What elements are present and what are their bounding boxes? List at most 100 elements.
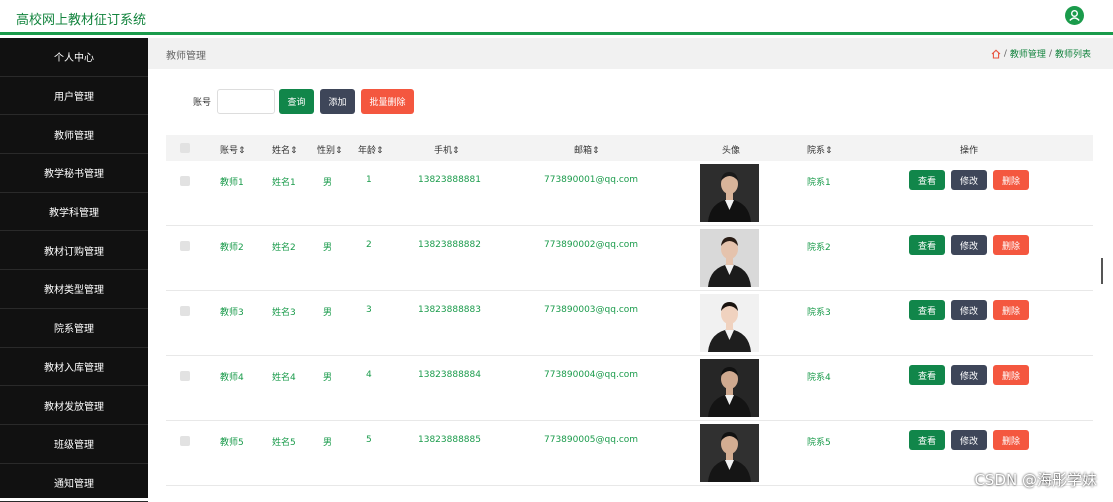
breadcrumb: / 教师管理 / 教师列表 bbox=[991, 47, 1091, 60]
account-search-input[interactable] bbox=[217, 89, 275, 114]
avatar bbox=[700, 424, 759, 482]
sidebar-item[interactable]: 通知管理 bbox=[0, 464, 148, 502]
header-email[interactable]: 邮箱⇕ bbox=[574, 143, 600, 156]
sort-icon: ⇕ bbox=[290, 146, 298, 156]
header-gender[interactable]: 性别⇕ bbox=[317, 143, 343, 156]
cell-gender: 男 bbox=[323, 240, 332, 253]
row-actions: 查看修改删除 bbox=[909, 300, 1029, 320]
cell-age: 1 bbox=[366, 175, 372, 185]
cell-gender: 男 bbox=[323, 370, 332, 383]
header-age[interactable]: 年龄⇕ bbox=[358, 143, 384, 156]
sidebar-item[interactable]: 教学科管理 bbox=[0, 193, 148, 232]
row-checkbox[interactable] bbox=[180, 436, 190, 446]
breadcrumb-separator: / bbox=[1049, 49, 1052, 59]
sidebar: 个人中心用户管理教师管理教学秘书管理教学科管理教材订购管理教材类型管理院系管理教… bbox=[0, 38, 148, 498]
row-actions: 查看修改删除 bbox=[909, 365, 1029, 385]
avatar bbox=[700, 164, 759, 222]
table-row: 教师4姓名4男413823888884773890004@qq.com院系4查看… bbox=[166, 356, 1093, 421]
header-department[interactable]: 院系⇕ bbox=[807, 143, 833, 156]
edit-button[interactable]: 修改 bbox=[951, 235, 987, 255]
batch-delete-button[interactable]: 批量删除 bbox=[361, 89, 414, 114]
edit-button[interactable]: 修改 bbox=[951, 430, 987, 450]
cell-phone: 13823888884 bbox=[418, 370, 481, 380]
view-button[interactable]: 查看 bbox=[909, 430, 945, 450]
table-header: 账号⇕ 姓名⇕ 性别⇕ 年龄⇕ 手机⇕ 邮箱⇕ 头像 院系⇕ 操作 bbox=[166, 135, 1093, 161]
sort-icon: ⇕ bbox=[825, 146, 833, 156]
cell-gender: 男 bbox=[323, 305, 332, 318]
sidebar-item[interactable]: 教师管理 bbox=[0, 115, 148, 154]
sidebar-item[interactable]: 教学秘书管理 bbox=[0, 154, 148, 193]
edit-button[interactable]: 修改 bbox=[951, 300, 987, 320]
table-row: 教师3姓名3男313823888883773890003@qq.com院系3查看… bbox=[166, 291, 1093, 356]
row-checkbox[interactable] bbox=[180, 241, 190, 251]
select-all-checkbox[interactable] bbox=[180, 143, 190, 153]
table-body: 教师1姓名1男113823888881773890001@qq.com院系1查看… bbox=[166, 161, 1093, 486]
breadcrumb-level1[interactable]: 教师管理 bbox=[1010, 47, 1046, 60]
cell-phone: 13823888882 bbox=[418, 240, 481, 250]
cell-gender: 男 bbox=[323, 435, 332, 448]
cell-age: 5 bbox=[366, 435, 372, 445]
cell-account: 教师2 bbox=[220, 240, 244, 253]
sidebar-item[interactable]: 个人中心 bbox=[0, 38, 148, 77]
avatar bbox=[700, 294, 759, 352]
delete-button[interactable]: 删除 bbox=[993, 235, 1029, 255]
cell-department: 院系5 bbox=[807, 435, 831, 448]
sidebar-item[interactable]: 教材类型管理 bbox=[0, 270, 148, 309]
user-circle-icon[interactable] bbox=[1065, 6, 1084, 25]
cell-email: 773890003@qq.com bbox=[544, 305, 638, 315]
avatar bbox=[700, 229, 759, 287]
breadcrumb-level2: 教师列表 bbox=[1055, 47, 1091, 60]
row-checkbox[interactable] bbox=[180, 176, 190, 186]
account-search-label: 账号 bbox=[193, 95, 211, 108]
cell-account: 教师5 bbox=[220, 435, 244, 448]
sidebar-item[interactable]: 用户管理 bbox=[0, 77, 148, 116]
sidebar-item[interactable]: 教材订购管理 bbox=[0, 231, 148, 270]
sort-icon: ⇕ bbox=[592, 146, 600, 156]
header-phone[interactable]: 手机⇕ bbox=[434, 143, 460, 156]
query-button[interactable]: 查询 bbox=[279, 89, 314, 114]
delete-button[interactable]: 删除 bbox=[993, 170, 1029, 190]
header-account[interactable]: 账号⇕ bbox=[220, 143, 246, 156]
cell-name: 姓名2 bbox=[272, 240, 296, 253]
watermark: CSDN @海彤学妹 bbox=[974, 469, 1097, 490]
header-name[interactable]: 姓名⇕ bbox=[272, 143, 298, 156]
sort-icon: ⇕ bbox=[452, 146, 460, 156]
delete-button[interactable]: 删除 bbox=[993, 430, 1029, 450]
row-checkbox[interactable] bbox=[180, 371, 190, 381]
view-button[interactable]: 查看 bbox=[909, 365, 945, 385]
cell-department: 院系3 bbox=[807, 305, 831, 318]
header-actions: 操作 bbox=[960, 143, 978, 156]
sidebar-item[interactable]: 院系管理 bbox=[0, 309, 148, 348]
breadcrumb-separator: / bbox=[1004, 49, 1007, 59]
sidebar-item[interactable]: 教材发放管理 bbox=[0, 386, 148, 425]
table-row: 教师1姓名1男113823888881773890001@qq.com院系1查看… bbox=[166, 161, 1093, 226]
cell-department: 院系2 bbox=[807, 240, 831, 253]
scrollbar-thumb[interactable] bbox=[1101, 258, 1103, 284]
sort-icon: ⇕ bbox=[335, 146, 343, 156]
add-button[interactable]: 添加 bbox=[320, 89, 355, 114]
view-button[interactable]: 查看 bbox=[909, 235, 945, 255]
row-checkbox[interactable] bbox=[180, 306, 190, 316]
cell-email: 773890005@qq.com bbox=[544, 435, 638, 445]
avatar bbox=[700, 359, 759, 417]
cell-email: 773890004@qq.com bbox=[544, 370, 638, 380]
view-button[interactable]: 查看 bbox=[909, 300, 945, 320]
app-title: 高校网上教材征订系统 bbox=[16, 9, 146, 28]
cell-name: 姓名5 bbox=[272, 435, 296, 448]
cell-email: 773890002@qq.com bbox=[544, 240, 638, 250]
delete-button[interactable]: 删除 bbox=[993, 365, 1029, 385]
sort-icon: ⇕ bbox=[376, 146, 384, 156]
cell-age: 2 bbox=[366, 240, 372, 250]
row-actions: 查看修改删除 bbox=[909, 170, 1029, 190]
edit-button[interactable]: 修改 bbox=[951, 365, 987, 385]
row-actions: 查看修改删除 bbox=[909, 235, 1029, 255]
delete-button[interactable]: 删除 bbox=[993, 300, 1029, 320]
cell-phone: 13823888885 bbox=[418, 435, 481, 445]
edit-button[interactable]: 修改 bbox=[951, 170, 987, 190]
row-actions: 查看修改删除 bbox=[909, 430, 1029, 450]
view-button[interactable]: 查看 bbox=[909, 170, 945, 190]
table-row: 教师5 姓名5 男 5 13823888885 773890005@qq.com 院系5 查看… bbox=[166, 421, 1093, 486]
home-icon[interactable] bbox=[991, 49, 1001, 59]
sidebar-item[interactable]: 教材入库管理 bbox=[0, 348, 148, 387]
sidebar-item[interactable]: 班级管理 bbox=[0, 425, 148, 464]
